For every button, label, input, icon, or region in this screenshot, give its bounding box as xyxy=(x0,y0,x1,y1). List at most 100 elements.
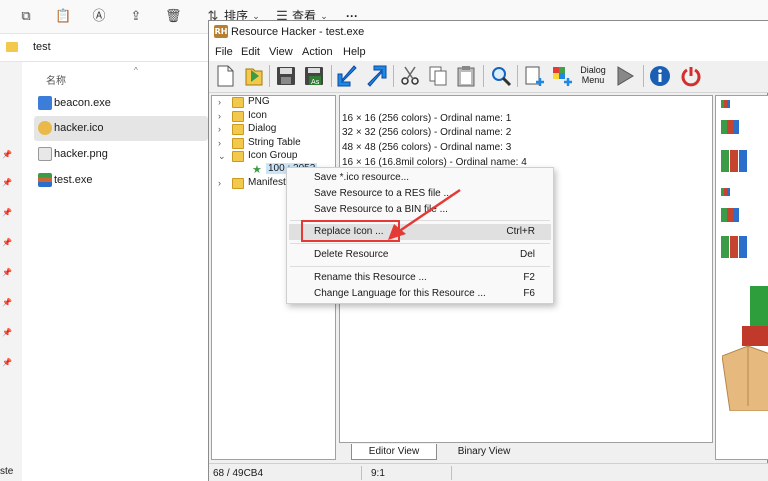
expand-icon[interactable]: › xyxy=(218,124,226,134)
info-icon[interactable] xyxy=(648,64,672,88)
exe-file-icon xyxy=(38,173,52,187)
status-position: 68 / 49CB4 xyxy=(213,468,264,479)
pin-icon: 📌 xyxy=(2,328,12,337)
menu-item-delete-resource[interactable]: Delete Resource Del xyxy=(289,247,551,263)
title-bar[interactable]: RH Resource Hacker - test.exe xyxy=(209,21,768,43)
menu-item-shortcut: F2 xyxy=(523,272,535,283)
tree-node-label: Dialog xyxy=(248,123,277,134)
toolbar: As Dialog Menu xyxy=(209,61,768,93)
menu-edit[interactable]: Edit xyxy=(241,46,260,58)
box-icon xyxy=(722,286,768,411)
menu-separator xyxy=(290,243,550,244)
folder-icon xyxy=(232,97,244,108)
dialog-menu-button[interactable]: Dialog Menu xyxy=(579,65,607,89)
folder-icon xyxy=(232,138,244,149)
new-file-icon[interactable] xyxy=(213,64,237,88)
add-image-icon[interactable] xyxy=(550,64,574,88)
expand-icon[interactable]: › xyxy=(218,111,226,121)
menu-item-label: Change Language for this Resource ... xyxy=(314,288,486,299)
cut-icon[interactable] xyxy=(398,64,422,88)
file-name: test.exe xyxy=(54,174,93,186)
tab-binary-view[interactable]: Binary View xyxy=(441,444,527,460)
window-title: Resource Hacker - test.exe xyxy=(231,26,365,38)
menu-help[interactable]: Help xyxy=(343,46,366,58)
menu-view[interactable]: View xyxy=(269,46,293,58)
menu-item-label: Delete Resource xyxy=(314,249,389,260)
icon-entry: 32 × 32 (256 colors) - Ordinal name: 2 xyxy=(342,127,512,138)
menu-item-save-ico[interactable]: Save *.ico resource... xyxy=(289,170,551,186)
file-name: beacon.exe xyxy=(54,97,111,109)
file-row-hacker-ico[interactable]: hacker.ico xyxy=(34,116,208,141)
menu-bar: File Edit View Action Help xyxy=(209,43,768,61)
folder-icon xyxy=(232,124,244,135)
status-divider xyxy=(361,466,362,480)
delete-icon[interactable]: 🗑 xyxy=(165,8,182,24)
share-icon[interactable]: ⇪ xyxy=(128,8,144,24)
collapse-icon[interactable]: ⌄ xyxy=(218,151,226,162)
toolbar-separator xyxy=(483,65,484,87)
status-cursor: 9:1 xyxy=(371,468,385,479)
address-path: test xyxy=(33,41,51,53)
file-row-beacon[interactable]: beacon.exe xyxy=(34,91,208,116)
menu-item-rename-resource[interactable]: Rename this Resource ... F2 xyxy=(289,270,551,286)
pin-icon: 📌 xyxy=(2,150,12,159)
books-icon xyxy=(721,236,747,258)
icon-preview-panel xyxy=(715,95,768,460)
rename-icon[interactable]: Ⓐ xyxy=(91,8,107,24)
tree-node-label: String Table xyxy=(248,137,301,148)
toolbar-separator xyxy=(517,65,518,87)
dialog-menu-line1: Dialog xyxy=(580,65,606,75)
tree-node-label: PNG xyxy=(248,96,270,107)
expand-icon[interactable]: › xyxy=(218,178,226,188)
expand-icon[interactable]: › xyxy=(218,138,226,148)
folder-icon xyxy=(232,111,244,122)
menu-item-shortcut: Del xyxy=(519,249,535,260)
expand-icon[interactable]: › xyxy=(218,97,226,107)
star-icon: ★ xyxy=(252,164,262,176)
menu-item-shortcut: F6 xyxy=(523,288,535,299)
nav-item-text[interactable]: ste xyxy=(0,466,13,477)
tree-node-label: Manifest xyxy=(248,177,286,188)
folder-icon xyxy=(6,42,18,52)
menu-action[interactable]: Action xyxy=(302,46,333,58)
menu-file[interactable]: File xyxy=(215,46,233,58)
copy-icon[interactable] xyxy=(426,64,450,88)
icon-entry: 16 × 16 (256 colors) - Ordinal name: 1 xyxy=(342,113,512,124)
file-name: hacker.png xyxy=(54,148,108,160)
file-row-test-exe[interactable]: test.exe xyxy=(34,168,208,193)
app-logo-icon: RH xyxy=(214,25,228,38)
copy-icon[interactable]: ⧉ xyxy=(18,8,34,24)
dialog-menu-line2: Menu xyxy=(581,75,605,85)
toolbar-separator xyxy=(643,65,644,87)
paste-icon[interactable] xyxy=(454,64,478,88)
pin-icon: 📌 xyxy=(2,208,12,217)
books-icon xyxy=(721,208,739,222)
navigation-pane: 📌 📌 📌 📌 📌 📌 📌 📌 ste xyxy=(0,62,22,481)
run-icon[interactable] xyxy=(613,64,637,88)
books-icon xyxy=(721,150,747,172)
search-icon[interactable] xyxy=(489,64,513,88)
paste-icon[interactable]: 📋 xyxy=(55,8,71,24)
file-name: hacker.ico xyxy=(54,122,104,134)
open-file-icon[interactable] xyxy=(242,64,266,88)
status-bar: 68 / 49CB4 9:1 xyxy=(209,463,768,481)
file-row-hacker-png[interactable]: hacker.png xyxy=(34,142,208,167)
exit-icon[interactable] xyxy=(679,64,703,88)
exe-file-icon xyxy=(38,96,52,110)
menu-item-change-language[interactable]: Change Language for this Resource ... F6 xyxy=(289,286,551,302)
pin-icon: 📌 xyxy=(2,178,12,187)
add-resource-icon[interactable] xyxy=(522,64,546,88)
toolbar-separator xyxy=(331,65,332,87)
ico-file-icon xyxy=(38,121,52,135)
back-arrow-icon[interactable] xyxy=(336,64,360,88)
file-list: 名称 ^ beacon.exe hacker.ico hacker.png te… xyxy=(22,62,210,481)
column-header-name[interactable]: 名称 xyxy=(46,72,66,87)
books-icon xyxy=(721,100,730,108)
pin-icon: 📌 xyxy=(2,268,12,277)
save-as-icon[interactable]: As xyxy=(302,64,326,88)
forward-arrow-icon[interactable] xyxy=(364,64,388,88)
save-icon[interactable] xyxy=(274,64,298,88)
annotation-arrow xyxy=(388,188,461,240)
pin-icon: 📌 xyxy=(2,238,12,247)
tab-editor-view[interactable]: Editor View xyxy=(351,444,437,460)
